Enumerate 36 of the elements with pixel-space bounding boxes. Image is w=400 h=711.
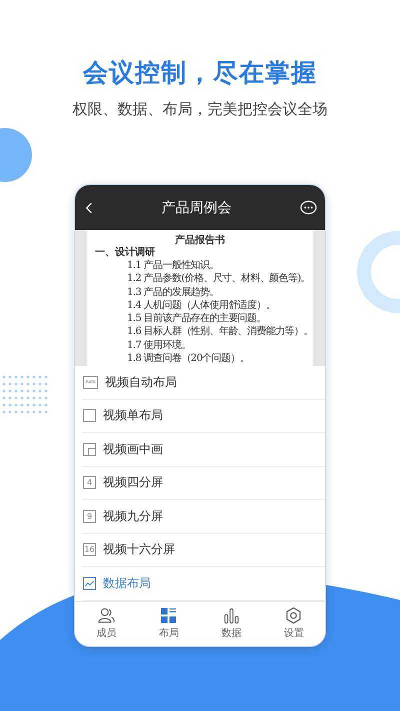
document-line: 1.8 调查问卷（20个问题）。 <box>127 352 250 366</box>
meeting-title: 产品周例会 <box>162 198 232 216</box>
grid-count-icon: 16 <box>83 543 96 556</box>
settings-icon <box>285 607 302 624</box>
layout-option[interactable]: 9 视频九分屏 <box>83 500 325 534</box>
document-heading: 一、设计调研 <box>95 247 156 259</box>
subtitle: 权限、数据、布局，完美把控会议全场 <box>72 99 328 120</box>
line-chart-icon <box>83 576 96 590</box>
headline: 会议控制，尽在掌握 <box>83 57 317 89</box>
document-line: 1.5 目前该产品存在的主要问题。 <box>127 312 267 326</box>
grid-count-icon: 4 <box>83 476 96 490</box>
document-line: 1.6 目标人群（性别、年龄、消费能力等）。 <box>127 325 313 339</box>
bar-chart-icon <box>222 607 240 624</box>
nav-tab[interactable]: 数据 <box>200 602 262 646</box>
document-title: 产品报告书 <box>174 234 226 247</box>
circle-decoration <box>0 128 32 182</box>
document-line: 1.7 使用环境。 <box>127 338 192 352</box>
chat-icon[interactable] <box>300 200 317 215</box>
layout-option[interactable]: 视频单布局 <box>83 400 325 433</box>
layout-option[interactable]: 4 视频四分屏 <box>83 466 325 500</box>
document-line: 1.4 人机问题（人体使用舒适度）。 <box>127 298 276 312</box>
nav-tab[interactable]: 布局 <box>138 602 200 646</box>
document-line: 1.1 产品一般性知识。 <box>127 259 220 272</box>
layout-grid-icon <box>160 607 178 624</box>
document-line: 1.3 产品的发展趋势。 <box>127 286 220 299</box>
back-icon[interactable] <box>85 202 93 214</box>
document-line: 1.2 产品参数(价格、尺寸、材料、颜色等)。 <box>127 272 312 286</box>
square-icon <box>83 409 96 422</box>
grid-count-icon: 9 <box>83 510 96 523</box>
people-icon <box>98 607 115 624</box>
nav-tab[interactable]: 设置 <box>262 602 325 646</box>
picture-in-picture-icon <box>83 442 96 456</box>
layout-option[interactable]: 视频画中画 <box>83 433 325 466</box>
layout-option[interactable]: 16 视频十六分屏 <box>83 534 325 567</box>
dot-pattern <box>2 376 48 414</box>
nav-tab[interactable]: 成员 <box>75 602 138 646</box>
